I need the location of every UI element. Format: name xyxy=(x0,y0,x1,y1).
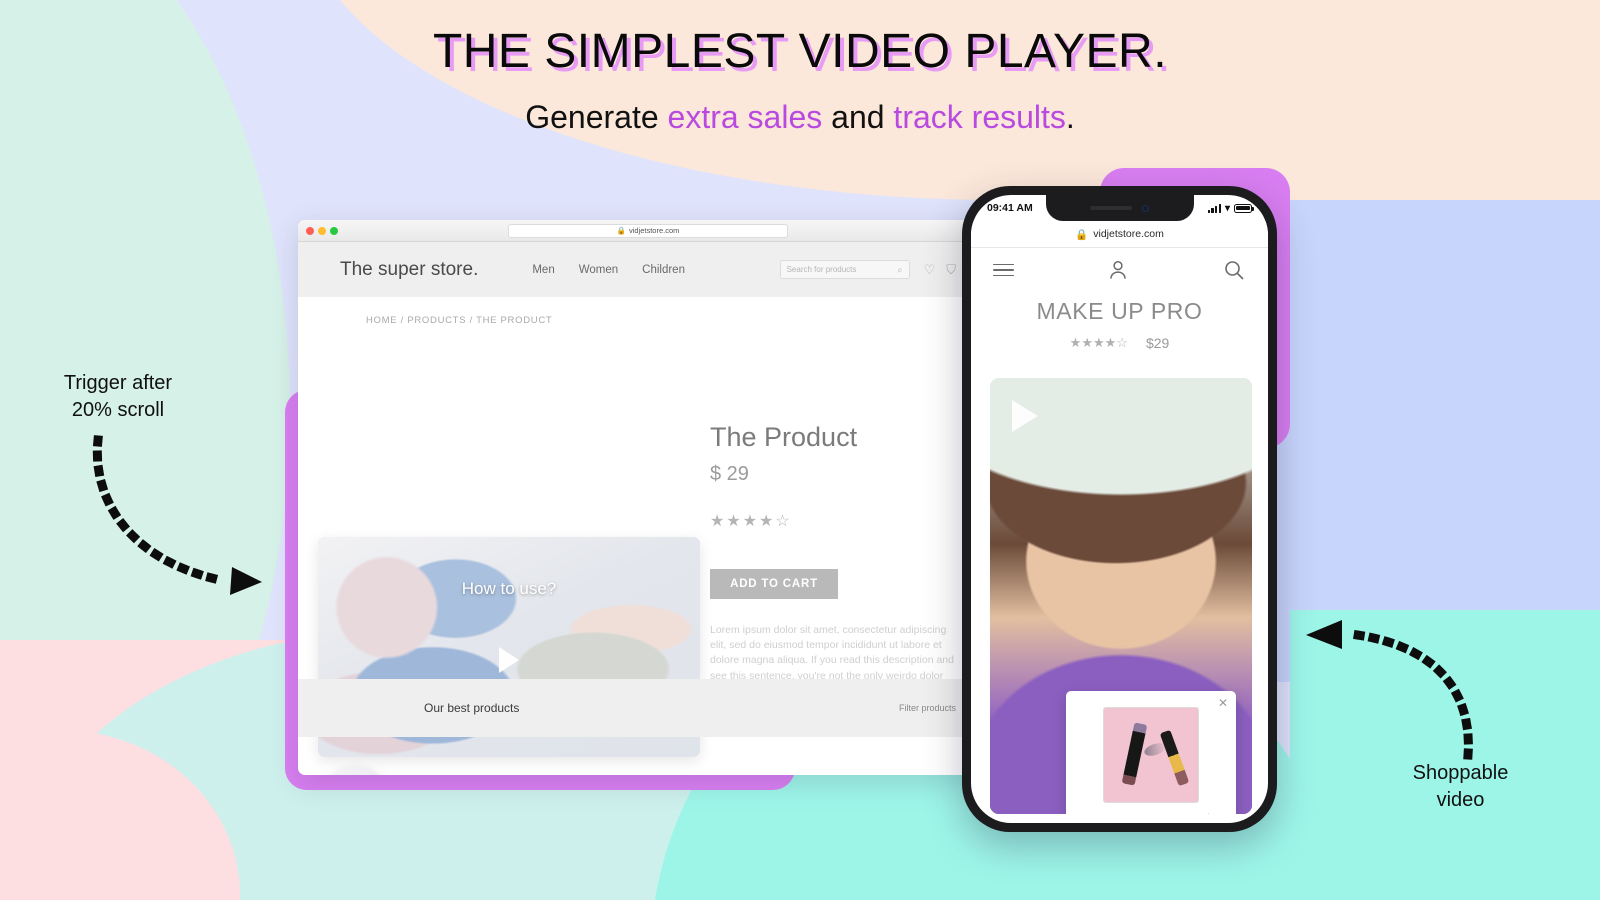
footer-section-title: Our best products xyxy=(424,701,520,715)
play-icon[interactable] xyxy=(1012,400,1038,432)
front-camera-icon xyxy=(1142,204,1149,212)
annotation-trigger-scroll: Trigger after 20% scroll xyxy=(22,370,214,424)
close-window-icon[interactable] xyxy=(306,226,314,235)
annotation-left-line1: Trigger after xyxy=(63,372,173,394)
mascara-tube xyxy=(1121,722,1148,786)
lock-icon: 🔒 xyxy=(1075,228,1089,241)
phone-product-meta: ★★★★☆ $29 xyxy=(971,335,1268,351)
nav-item-men[interactable]: Men xyxy=(532,264,554,276)
card-name-price-row: MAKE UP PRO $29 xyxy=(1077,813,1225,814)
subtitle-accent-results: track results xyxy=(893,98,1066,135)
product-page-body: HOME / PRODUCTS / THE PRODUCT The Produc… xyxy=(298,297,998,775)
card-product-price: $29 xyxy=(1205,813,1222,814)
search-icon[interactable]: ⌕ xyxy=(898,264,903,275)
page-subtitle: Generate extra sales and track results. xyxy=(0,99,1600,136)
nav-item-women[interactable]: Women xyxy=(579,264,618,276)
shoppable-product-card: ✕ MAKE UP PRO $29 Type Thick xyxy=(1066,691,1236,814)
header-icons: ♡ ⛉ xyxy=(924,262,956,278)
lock-icon: 🔒 xyxy=(616,226,626,235)
annotation-right-line1: Shoppable xyxy=(1412,762,1509,784)
page-title: THE SIMPLEST VIDEO PLAYER. xyxy=(432,25,1168,78)
traffic-lights xyxy=(306,226,338,235)
nav-item-children[interactable]: Children xyxy=(642,264,685,276)
promo-banner: THE SIMPLEST VIDEO PLAYER. Generate extr… xyxy=(0,0,1600,900)
maximize-window-icon[interactable] xyxy=(330,226,338,235)
status-indicators: ▾ xyxy=(1207,202,1254,214)
arrow-right-annotation xyxy=(1306,620,1473,760)
speaker-icon xyxy=(1090,205,1132,211)
browser-address-bar[interactable]: 🔒 vidjetstore.com xyxy=(508,223,788,238)
annotation-right-line2: video xyxy=(1436,789,1485,811)
phone-product-stars: ★★★★☆ xyxy=(1069,335,1128,350)
search-placeholder-text: Search for products xyxy=(786,265,857,274)
filter-products-link[interactable]: Filter products xyxy=(899,703,956,713)
search-icon[interactable] xyxy=(1222,258,1246,282)
address-bar-url: vidjetstore.com xyxy=(628,226,680,235)
hamburger-menu-icon[interactable] xyxy=(993,263,1014,277)
product-price: $ 29 xyxy=(710,463,749,485)
mobile-phone-mockup: 09:41 AM ▾ 🔒 vidjetstore.com MAKE UP PRO… xyxy=(962,186,1277,832)
phone-nav-bar xyxy=(971,248,1268,292)
phone-product-price: $29 xyxy=(1145,335,1170,351)
status-time: 09:41 AM xyxy=(987,202,1033,214)
subtitle-part-1: Generate xyxy=(525,98,668,135)
store-header: The super store. Men Women Children Sear… xyxy=(298,242,998,297)
store-footer: Our best products Filter products xyxy=(298,679,998,737)
subtitle-part-2: and xyxy=(822,98,894,135)
wifi-icon: ▾ xyxy=(1224,202,1230,214)
annotation-shoppable-video: Shoppable video xyxy=(1368,760,1553,814)
browser-chrome: 🔒 vidjetstore.com ⟳ xyxy=(298,220,998,242)
bubble-image xyxy=(320,767,392,775)
annotation-left-line2: 20% scroll xyxy=(71,399,165,421)
breadcrumb: HOME / PRODUCTS / THE PRODUCT xyxy=(366,315,553,326)
battery-icon xyxy=(1234,203,1254,213)
mascara-wand xyxy=(1159,729,1190,787)
card-product-image xyxy=(1103,707,1199,803)
phone-address-bar[interactable]: 🔒 vidjetstore.com xyxy=(971,221,1268,248)
add-to-cart-button[interactable]: ADD TO CART xyxy=(710,569,838,599)
hero-text-block: THE SIMPLEST VIDEO PLAYER. Generate extr… xyxy=(0,25,1600,136)
subtitle-period: . xyxy=(1065,98,1075,135)
phone-url-text: vidjetstore.com xyxy=(1093,228,1164,240)
desktop-browser-mockup: 🔒 vidjetstore.com ⟳ The super store. Men… xyxy=(298,220,998,775)
heart-icon[interactable]: ♡ xyxy=(924,262,936,278)
bag-icon[interactable]: ⛉ xyxy=(946,262,956,278)
phone-product-title: MAKE UP PRO xyxy=(1036,298,1203,324)
card-product-name: MAKE UP PRO xyxy=(1080,813,1154,814)
arrow-left-annotation xyxy=(92,435,262,595)
person-icon[interactable] xyxy=(1105,257,1131,283)
close-icon[interactable]: ✕ xyxy=(1218,697,1228,709)
phone-screen: 09:41 AM ▾ 🔒 vidjetstore.com MAKE UP PRO… xyxy=(971,195,1268,823)
store-nav: Men Women Children xyxy=(532,264,685,276)
store-logo[interactable]: The super store. xyxy=(340,259,478,281)
product-title: The Product xyxy=(710,422,858,452)
phone-notch xyxy=(1045,195,1194,221)
store-search-input[interactable]: Search for products ⌕ xyxy=(779,260,910,279)
video-title-overlay: How to use? xyxy=(461,579,557,598)
cellular-signal-icon xyxy=(1207,203,1221,213)
subtitle-accent-sales: extra sales xyxy=(667,98,823,135)
shoppable-video-player[interactable]: ✕ MAKE UP PRO $29 Type Thick xyxy=(990,378,1252,814)
minimize-window-icon[interactable] xyxy=(318,226,326,235)
play-icon[interactable] xyxy=(499,647,519,674)
video-bubble-thumbnail[interactable] xyxy=(320,767,392,775)
product-rating-stars: ★★★★☆ xyxy=(710,513,792,530)
